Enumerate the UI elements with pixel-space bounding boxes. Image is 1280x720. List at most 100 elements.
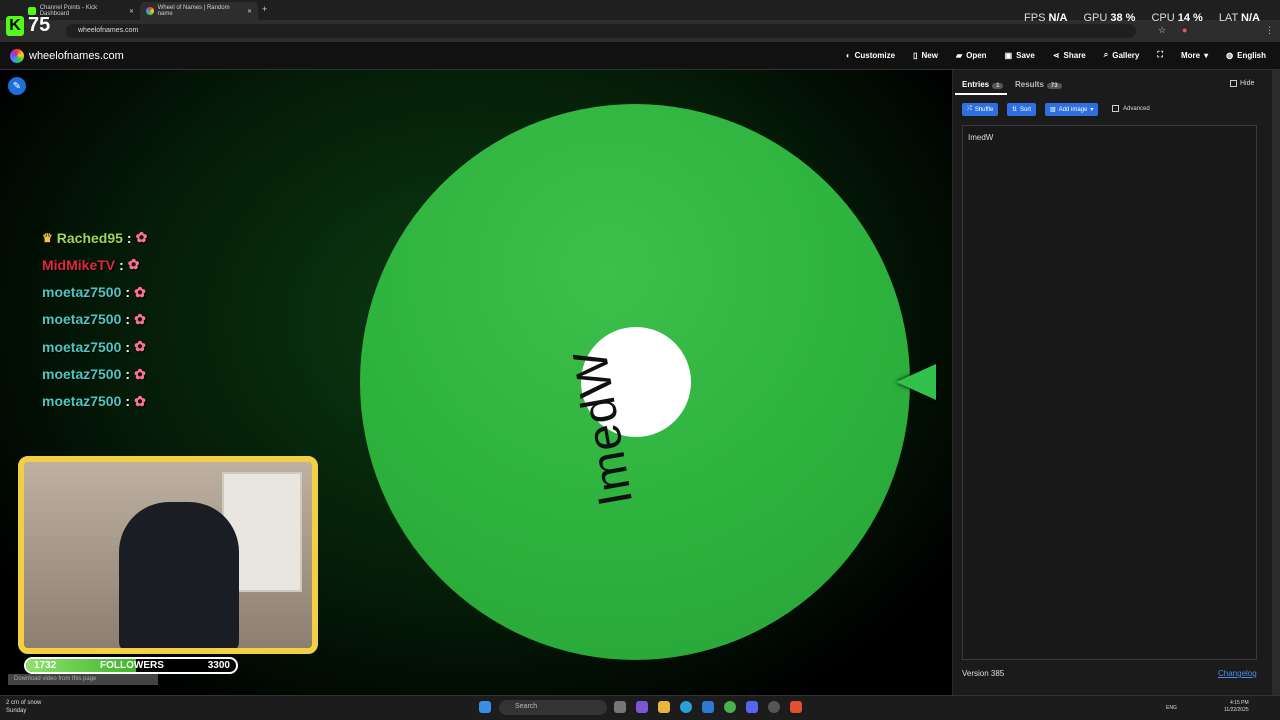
more-vertical-icon[interactable]: ⋮ (1265, 25, 1274, 36)
edge-icon[interactable] (680, 701, 692, 713)
chat-username: moetaz7500 (42, 284, 122, 301)
close-icon[interactable]: ✕ (129, 8, 134, 15)
emote-icon: ✿ (134, 310, 146, 327)
file-icon: ▯ (913, 50, 918, 60)
entries-count-badge: 1 (992, 83, 1004, 89)
save-button[interactable]: ▣ Save (1005, 50, 1035, 60)
globe-icon: ◍ (1226, 50, 1234, 60)
star-icon[interactable]: ☆ (1158, 25, 1166, 36)
download-video-bar[interactable]: Download video from this page (8, 674, 158, 685)
chat-separator: : (125, 311, 131, 328)
app-icon[interactable] (636, 701, 648, 713)
chat-username: moetaz7500 (42, 311, 122, 328)
language-button[interactable]: ◍ English (1226, 50, 1266, 60)
chat-line: moetaz7500: ✿ (42, 311, 146, 328)
tab-label: Channel Points - Kick Dashboard (39, 5, 98, 17)
active-tab-underline (955, 93, 1007, 95)
emote-icon: ✿ (134, 283, 146, 300)
app-icon[interactable] (702, 701, 714, 713)
browser-tab-wheel[interactable]: Wheel of Names | Random name ✕ (140, 2, 258, 20)
wheel-logo-icon (10, 49, 24, 63)
discord-icon[interactable] (746, 701, 758, 713)
advanced-checkbox[interactable] (1112, 105, 1119, 112)
site-logo-text: wheelofnames.com (29, 50, 124, 62)
emote-icon: ✿ (134, 392, 146, 409)
chat-username: moetaz7500 (42, 393, 122, 410)
tab-label: Wheel of Names | Random name (157, 5, 230, 17)
kick-logo-icon: K (6, 15, 24, 36)
chat-separator: : (125, 284, 131, 301)
changelog-link[interactable]: Changelog (1218, 669, 1257, 678)
system-clock[interactable]: 4:15 PM 11/22/2025 (1224, 700, 1249, 714)
emote-icon: ✿ (135, 229, 148, 245)
chat-separator: : (126, 229, 132, 246)
perf-stats: FPS N/A GPU 38 % CPU 14 % LAT N/A (1024, 12, 1260, 24)
chat-username: moetaz7500 (42, 366, 122, 382)
emote-icon: ✿ (134, 365, 146, 382)
chevron-down-icon: ▾ (1204, 50, 1209, 60)
chat-separator: : (125, 393, 131, 410)
obs-icon[interactable] (768, 701, 780, 713)
new-tab-icon[interactable]: + (262, 4, 267, 14)
close-icon[interactable]: ✕ (247, 8, 252, 15)
image-icon: ▧ (1050, 107, 1056, 113)
webcam-streamer (119, 502, 239, 648)
stat-fps: FPS N/A (1024, 12, 1068, 24)
more-button[interactable]: More ▾ (1181, 50, 1208, 60)
site-menu: ◐ Customize ▯ New ▰ Open ▣ Save ⋖ Share ⌕ Gall… (846, 50, 1266, 60)
url-field[interactable]: wheelofnames.com (66, 24, 1136, 38)
stat-gpu: GPU 38 % (1083, 12, 1136, 24)
open-button[interactable]: ▰ Open (956, 50, 987, 60)
webcam-frame (18, 456, 318, 654)
taskbar-search[interactable]: Search (499, 700, 607, 715)
chat-line: MidMikeTV: ✿ (42, 256, 140, 273)
stat-cpu: CPU 14 % (1151, 12, 1203, 24)
extension-icon[interactable]: ● (1182, 25, 1187, 35)
viewer-count: 75 (28, 14, 51, 36)
fullscreen-button[interactable]: ⛶ (1157, 50, 1163, 60)
follower-label: FOLLOWERS (100, 660, 164, 671)
follower-goal-bar: 1732 FOLLOWERS 3300 (24, 657, 238, 674)
brave-icon[interactable] (790, 701, 802, 713)
weather-widget[interactable]: 2 cm of snow Sunday (6, 699, 41, 715)
new-button[interactable]: ▯ New (913, 50, 938, 60)
chat-line: ♛ Rached95: ✿ (42, 229, 147, 246)
chat-line: moetaz7500: ✿ (42, 338, 146, 355)
file-explorer-icon[interactable] (658, 701, 670, 713)
chrome-icon[interactable] (724, 701, 736, 713)
emote-icon: ✿ (127, 256, 140, 273)
chevron-down-icon: ▾ (1090, 107, 1094, 113)
follower-current: 1732 (34, 660, 57, 671)
chat-line: moetaz7500: ✿ (42, 284, 146, 301)
start-icon[interactable] (479, 701, 491, 713)
chat-username: MidMikeTV (42, 256, 116, 273)
tab-results[interactable]: Results 73 (1015, 80, 1062, 89)
hide-checkbox[interactable] (1230, 80, 1237, 87)
hide-toggle[interactable]: Hide (1230, 80, 1254, 87)
entries-textarea[interactable]: ImedW (962, 125, 1257, 660)
customize-button[interactable]: ◐ Customize (846, 50, 895, 60)
site-logo[interactable]: wheelofnames.com (10, 49, 124, 63)
shuffle-button[interactable]: ⤮ Shuffle (962, 103, 999, 116)
version-label: Version 385 (962, 669, 1005, 678)
share-button[interactable]: ⋖ Share (1053, 50, 1086, 60)
fullscreen-icon: ⛶ (1157, 50, 1163, 59)
advanced-toggle[interactable]: Advanced (1112, 105, 1150, 112)
chat-separator: : (119, 256, 124, 273)
sort-button[interactable]: ⇅ Sort (1007, 103, 1037, 116)
results-count-badge: 73 (1046, 83, 1062, 89)
chat-line: moetaz7500: ✿ (42, 393, 146, 410)
crown-icon: ♛ (42, 230, 53, 245)
search-icon: ⌕ (1103, 50, 1109, 59)
chat-username: moetaz7500 (42, 338, 122, 355)
add-image-button[interactable]: ▧ Add image ▾ (1045, 103, 1099, 116)
gallery-button[interactable]: ⌕ Gallery (1104, 50, 1140, 60)
edit-pencil-icon[interactable]: ✎ (8, 77, 26, 95)
language-indicator[interactable]: ENG (1166, 705, 1177, 711)
stat-lat: LAT N/A (1218, 12, 1260, 24)
tab-entries[interactable]: Entries 1 (962, 80, 1004, 89)
task-view-icon[interactable] (614, 701, 626, 713)
chat-separator: : (125, 366, 131, 382)
sort-icon: ⇅ (1012, 107, 1018, 113)
page-scrollbar[interactable] (1272, 70, 1280, 695)
